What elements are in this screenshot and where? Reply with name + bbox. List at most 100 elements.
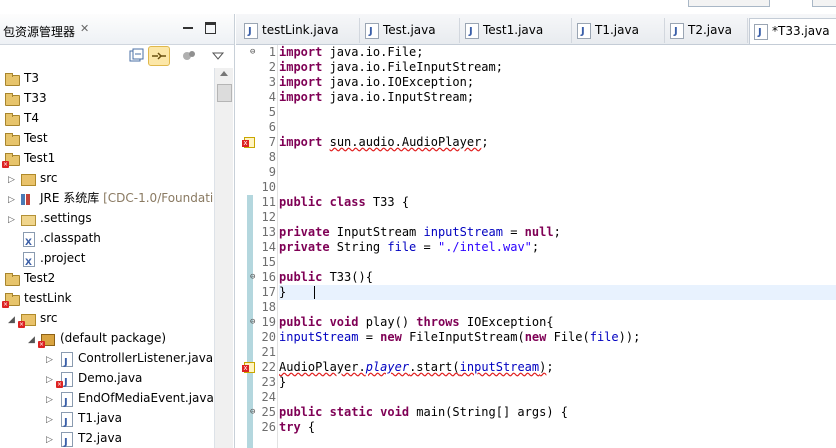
project-icon xyxy=(4,132,20,146)
collapse-all-icon[interactable] xyxy=(128,48,144,64)
line-number: 14 xyxy=(261,240,276,254)
perspective-fragment[interactable] xyxy=(812,0,836,7)
project-icon xyxy=(4,72,20,86)
code-line[interactable]: public T33(){ xyxy=(279,270,373,285)
tree-item[interactable]: ▷ T2.java xyxy=(46,428,122,448)
editor-tab[interactable]: T2.java xyxy=(666,18,748,44)
explorer-scrollbar[interactable] xyxy=(214,68,233,448)
java-icon: × xyxy=(56,371,74,393)
focus-icon[interactable] xyxy=(181,48,197,64)
tab-label: T2.java xyxy=(688,23,732,37)
code-line[interactable]: } xyxy=(279,375,286,390)
package-explorer-titlebar: 包资源管理器 ✕ xyxy=(0,14,234,45)
line-number: 15 xyxy=(261,255,276,269)
tree-item[interactable]: .project xyxy=(8,248,86,273)
tree-item[interactable]: ▷ src xyxy=(8,168,58,188)
code-line[interactable]: private String file = "./intel.wav"; xyxy=(279,240,539,255)
pkgfolder-icon: × xyxy=(18,312,36,328)
tree-item[interactable]: ▷×Demo.java xyxy=(46,368,143,393)
tree-item[interactable]: ▷ JRE 系统库 [CDC-1.0/Foundati xyxy=(8,188,213,208)
scrollbar-thumb[interactable] xyxy=(217,84,232,102)
tree-item[interactable]: Test xyxy=(0,128,48,148)
expand-arrow-icon[interactable]: ▷ xyxy=(8,170,20,190)
tree-item-label: .project xyxy=(40,251,86,265)
tree-item[interactable]: T3 xyxy=(0,68,39,88)
maximize-icon[interactable] xyxy=(205,22,216,34)
expand-arrow-icon[interactable]: ▷ xyxy=(46,430,58,448)
tree-item[interactable]: ▷ EndOfMediaEvent.java xyxy=(46,388,214,413)
code-line[interactable]: import java.io.File; xyxy=(279,45,424,60)
code-line[interactable]: public class T33 { xyxy=(279,195,409,210)
minimize-icon[interactable] xyxy=(183,27,193,29)
gutter-divider xyxy=(277,45,278,448)
tree-item-label: Test2 xyxy=(24,271,56,285)
editor-tab[interactable]: Test1.java xyxy=(461,18,572,44)
fold-toggle-icon[interactable]: ⊖ xyxy=(250,405,255,420)
tree-item[interactable]: .classpath xyxy=(8,228,101,253)
fold-toggle-icon[interactable]: ⊖ xyxy=(250,270,255,285)
line-number: 4 xyxy=(268,90,276,104)
editor-tab[interactable]: *T33.java✕ xyxy=(749,18,836,45)
marker-bar xyxy=(242,45,255,448)
tree-item[interactable]: Test2 xyxy=(0,268,55,288)
line-number: 3 xyxy=(268,75,276,89)
java-icon xyxy=(58,351,74,373)
expand-arrow-icon[interactable]: ▷ xyxy=(46,410,58,430)
code-area[interactable]: 1⊖2345678910111213141516⊖171819⊖20212223… xyxy=(236,45,836,448)
tree-item[interactable]: ▷ .settings xyxy=(8,208,92,228)
tree-item[interactable]: T4 xyxy=(0,108,39,128)
line-number: 19 ⊖ xyxy=(250,315,276,329)
expand-arrow-icon[interactable]: ▷ xyxy=(46,390,58,410)
fold-toggle-icon[interactable]: ⊖ xyxy=(250,45,255,60)
editor-tab[interactable]: testLink.java xyxy=(240,18,360,44)
tree-item-label: ControllerListener.java xyxy=(78,351,214,365)
fold-toggle-icon[interactable]: ⊖ xyxy=(250,315,255,330)
code-line[interactable]: import java.io.InputStream; xyxy=(279,90,474,105)
code-line[interactable]: import sun.audio.AudioPlayer; xyxy=(279,135,489,150)
editor-tab[interactable]: T1.java xyxy=(573,18,665,44)
expand-arrow-icon[interactable]: ▷ xyxy=(46,350,58,370)
line-number: 24 xyxy=(261,390,276,404)
editor-tab[interactable]: Test.java xyxy=(361,18,460,44)
tree-item[interactable]: ▷ T1.java xyxy=(46,408,122,433)
quick-access-fragment[interactable] xyxy=(688,0,770,7)
file-icon xyxy=(20,231,36,253)
java-file-icon xyxy=(365,19,379,44)
view-menu-icon[interactable] xyxy=(210,48,226,64)
expand-arrow-icon[interactable]: ▷ xyxy=(8,210,20,230)
tree-item[interactable]: × testLink xyxy=(0,288,72,308)
code-line[interactable]: try { xyxy=(279,420,315,435)
code-line[interactable]: public void play() throws IOException{ xyxy=(279,315,554,330)
error-icon: × xyxy=(2,160,9,168)
line-number: 1 ⊖ xyxy=(250,45,276,59)
tree-item-label: Demo.java xyxy=(78,371,143,385)
code-line[interactable]: private InputStream inputStream = null; xyxy=(279,225,561,240)
link-with-editor-icon[interactable] xyxy=(148,46,170,66)
tree-item[interactable]: ▷ ControllerListener.java xyxy=(46,348,214,373)
tree-item[interactable]: ◢ × (default package) xyxy=(28,328,166,348)
code-line[interactable]: import java.io.FileInputStream; xyxy=(279,60,503,75)
line-number: 12 xyxy=(261,210,276,224)
code-line[interactable]: public static void main(String[] args) { xyxy=(279,405,568,420)
code-line[interactable]: inputStream = new FileInputStream(new Fi… xyxy=(279,330,640,345)
tree-item-label: .settings xyxy=(40,211,92,225)
line-number: 22 xyxy=(261,360,276,374)
error-icon: × xyxy=(2,300,9,308)
code-line[interactable]: AudioPlayer.player.start(inputStream); xyxy=(279,360,554,375)
tree-item[interactable]: T33 xyxy=(0,88,47,108)
java-file-icon xyxy=(244,19,258,44)
code-text[interactable]: import java.io.File; import java.io.FileI… xyxy=(279,45,836,448)
library-icon xyxy=(20,192,36,206)
code-line[interactable]: } xyxy=(279,285,286,300)
tree-item[interactable]: × Test1 xyxy=(0,148,55,168)
panel-title[interactable]: 包资源管理器 xyxy=(3,23,75,40)
current-line-highlight xyxy=(279,285,836,300)
java-icon xyxy=(58,411,74,433)
scroll-up-icon[interactable] xyxy=(220,71,228,76)
tree-item[interactable]: ◢ × src xyxy=(8,308,58,328)
java-file-icon xyxy=(754,20,768,45)
line-number: 6 xyxy=(268,120,276,134)
code-line[interactable]: import java.io.IOException; xyxy=(279,75,474,90)
close-icon[interactable]: ✕ xyxy=(80,22,89,35)
expand-arrow-icon[interactable]: ▷ xyxy=(8,190,20,210)
